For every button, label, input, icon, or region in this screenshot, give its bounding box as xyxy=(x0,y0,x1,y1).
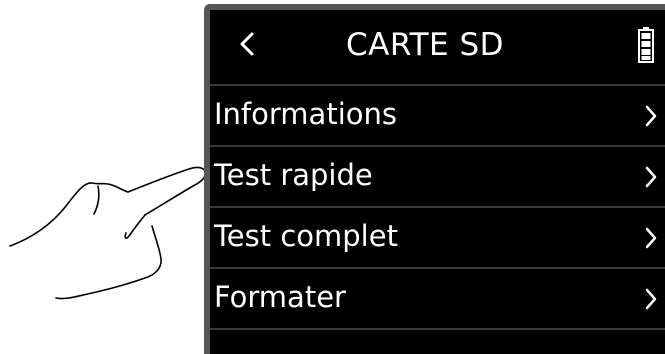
menu-item-informations[interactable]: Informations xyxy=(210,86,665,147)
sd-card-screen: CARTE SD Informations Test rapide Test c… xyxy=(210,10,665,354)
device-bezel: CARTE SD Informations Test rapide Test c… xyxy=(204,4,665,354)
screen-header: CARTE SD xyxy=(210,10,665,86)
chevron-right-icon xyxy=(645,105,657,127)
menu-item-label: Test rapide xyxy=(214,158,373,192)
menu-item-formater[interactable]: Formater xyxy=(210,269,665,330)
chevron-right-icon xyxy=(645,227,657,249)
menu-item-label: Formater xyxy=(214,280,346,314)
chevron-right-icon xyxy=(645,288,657,310)
page-title: CARTE SD xyxy=(345,27,505,63)
battery-full-icon xyxy=(638,27,654,63)
chevron-left-icon[interactable] xyxy=(232,24,262,64)
menu-item-label: Test complet xyxy=(214,219,398,253)
menu-item-label: Informations xyxy=(214,97,397,131)
menu-item-test-rapide[interactable]: Test rapide xyxy=(210,147,665,208)
tap-hand-icon xyxy=(9,166,207,300)
chevron-right-icon xyxy=(645,166,657,188)
menu-item-test-complet[interactable]: Test complet xyxy=(210,208,665,269)
